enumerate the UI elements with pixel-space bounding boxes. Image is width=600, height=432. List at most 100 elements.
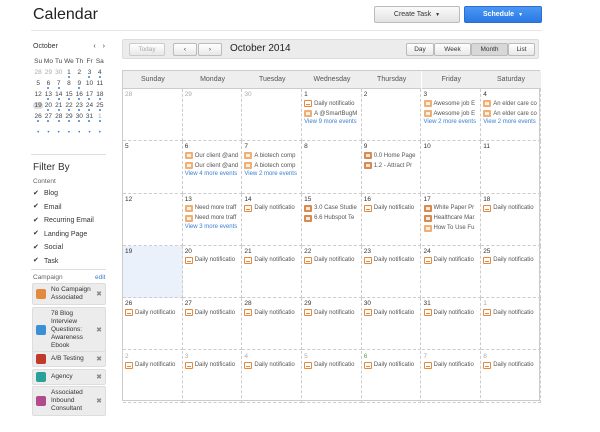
campaign-tag[interactable]: Associated Inbound Consultant ✖: [32, 386, 106, 416]
view-month-button[interactable]: Month: [471, 43, 508, 56]
day-cell[interactable]: 4 Daily notificatio: [242, 350, 303, 403]
day-cell[interactable]: 20 Daily notificatio: [182, 245, 243, 299]
calendar-event[interactable]: Daily notificatio: [363, 361, 419, 370]
day-cell[interactable]: 1 Daily notificatio A @SmartBugM View 9 mor…: [302, 89, 362, 142]
calendar-event[interactable]: An elder care co: [483, 99, 538, 108]
mini-day[interactable]: 31: [84, 113, 94, 122]
calendar-event[interactable]: Daily notificatio: [423, 361, 479, 370]
view-more-events-link[interactable]: View 2 more events: [483, 119, 538, 127]
view-week-button[interactable]: Week: [434, 43, 471, 56]
calendar-event[interactable]: Need more traff: [184, 214, 240, 223]
mini-day[interactable]: 17: [84, 91, 94, 100]
mini-day[interactable]: 23: [74, 102, 84, 111]
mini-next-month-icon[interactable]: ›: [103, 43, 105, 50]
day-cell[interactable]: 5 Daily notificatio: [302, 350, 362, 403]
mini-day[interactable]: 21: [54, 102, 64, 111]
day-cell[interactable]: 6 Daily notificatio: [361, 350, 422, 403]
day-cell[interactable]: 25 Daily notificatio: [481, 245, 541, 299]
remove-icon[interactable]: ✖: [96, 326, 102, 334]
calendar-event[interactable]: Daily notificatio: [483, 204, 538, 213]
mini-day[interactable]: 25: [95, 102, 105, 111]
campaign-edit-link[interactable]: edit: [95, 274, 105, 281]
mini-day[interactable]: 11: [95, 80, 105, 87]
day-cell[interactable]: 7 A biotech comp A biotech comp View 2 more…: [242, 141, 303, 194]
mini-day[interactable]: 28: [33, 69, 43, 76]
mini-day[interactable]: 22: [64, 102, 74, 111]
remove-icon[interactable]: ✖: [96, 355, 102, 363]
calendar-event[interactable]: Awesome job E: [423, 99, 479, 108]
calendar-event[interactable]: Healthcare Mar: [423, 214, 479, 223]
remove-icon[interactable]: ✖: [96, 397, 102, 405]
day-cell[interactable]: 18 Daily notificatio: [481, 193, 541, 246]
day-cell[interactable]: 6 Our client @and Our client @and View 4 mo…: [182, 141, 243, 194]
today-button[interactable]: Today: [129, 43, 165, 56]
mini-day[interactable]: 6: [43, 80, 53, 89]
mini-day[interactable]: 2: [74, 69, 84, 76]
calendar-event[interactable]: Daily notificatio: [184, 308, 240, 317]
calendar-event[interactable]: 3.0 Case Studie: [304, 204, 359, 213]
calendar-event[interactable]: Daily notificatio: [483, 361, 538, 370]
checkbox-icon[interactable]: ✔: [33, 190, 39, 197]
view-more-events-link[interactable]: View 2 more events: [244, 171, 299, 179]
filter-checkbox-item[interactable]: ✔ Social: [33, 241, 94, 255]
mini-day[interactable]: 14: [54, 91, 64, 100]
day-cell[interactable]: 3 Daily notificatio: [182, 350, 243, 403]
day-cell[interactable]: 2: [361, 89, 422, 142]
filter-checkbox-item[interactable]: ✔ Recurring Email: [33, 214, 94, 228]
mini-day[interactable]: 15: [64, 91, 74, 100]
calendar-event[interactable]: Daily notificatio: [423, 256, 479, 265]
day-cell[interactable]: 1 Daily notificatio: [481, 298, 541, 351]
mini-day[interactable]: 13: [43, 91, 53, 100]
day-cell[interactable]: 22 Daily notificatio: [302, 245, 362, 299]
calendar-event[interactable]: Daily notificatio: [483, 256, 538, 265]
view-more-events-link[interactable]: View 9 more events: [304, 119, 359, 127]
mini-day[interactable]: 30: [54, 69, 64, 76]
day-cell[interactable]: 27 Daily notificatio: [182, 298, 243, 351]
campaign-tag[interactable]: 78 Blog Interview Questions: Awareness E…: [32, 307, 106, 353]
calendar-event[interactable]: Daily notificatio: [244, 256, 299, 265]
remove-icon[interactable]: ✖: [96, 290, 102, 298]
schedule-button[interactable]: Schedule ▼: [464, 6, 542, 23]
calendar-event[interactable]: How To Use Fu: [423, 224, 479, 233]
day-cell[interactable]: 12: [123, 193, 183, 246]
calendar-event[interactable]: Daily notificatio: [423, 308, 479, 317]
day-cell[interactable]: 8: [302, 141, 362, 194]
day-cell[interactable]: 15 3.0 Case Studie 6.6 Hubspot Te: [302, 193, 362, 246]
mini-prev-month-icon[interactable]: ‹: [93, 43, 95, 50]
calendar-event[interactable]: Daily notificatio: [184, 256, 240, 265]
filter-checkbox-item[interactable]: ✔ Blog: [33, 187, 94, 201]
view-more-events-link[interactable]: View 3 more events: [185, 224, 240, 232]
day-cell[interactable]: 23 Daily notificatio: [361, 245, 422, 299]
day-cell[interactable]: 28: [123, 89, 183, 142]
calendar-event[interactable]: A biotech comp: [244, 161, 299, 170]
mini-day[interactable]: 19: [33, 102, 44, 109]
day-cell[interactable]: 11: [481, 141, 541, 194]
calendar-event[interactable]: Daily notificatio: [125, 361, 180, 370]
checkbox-icon[interactable]: ✔: [33, 230, 39, 237]
day-cell[interactable]: 21 Daily notificatio: [242, 245, 303, 299]
calendar-event[interactable]: Daily notificatio: [304, 361, 359, 370]
view-list-button[interactable]: List: [508, 43, 535, 56]
day-cell[interactable]: 3 Awesome job E Awesome job E View 2 more e…: [421, 89, 482, 142]
day-cell[interactable]: 14 Daily notificatio: [242, 193, 303, 246]
mini-day[interactable]: 28: [54, 113, 64, 122]
campaign-tag[interactable]: Agency ✖: [32, 369, 106, 385]
mini-day[interactable]: 20: [43, 102, 53, 111]
checkbox-icon[interactable]: ✔: [33, 244, 39, 251]
calendar-event[interactable]: Awesome job E: [423, 109, 479, 118]
view-more-events-link[interactable]: View 4 more events: [185, 171, 240, 179]
mini-day[interactable]: 5: [33, 80, 43, 87]
filter-checkbox-item[interactable]: ✔ Task: [33, 255, 94, 269]
prev-month-button[interactable]: ‹: [173, 43, 197, 56]
calendar-event[interactable]: 1.2 - Attract Pr: [363, 161, 419, 170]
mini-day[interactable]: 3: [84, 69, 94, 78]
day-cell[interactable]: 5: [123, 141, 183, 194]
day-cell[interactable]: 16 Daily notificatio: [361, 193, 422, 246]
filter-checkbox-item[interactable]: ✔ Landing Page: [33, 228, 94, 242]
mini-day[interactable]: 1: [64, 69, 74, 78]
calendar-event[interactable]: Daily notificatio: [483, 308, 538, 317]
filter-checkbox-item[interactable]: ✔ Email: [33, 201, 94, 215]
day-cell[interactable]: 24 Daily notificatio: [421, 245, 482, 299]
day-cell[interactable]: 28 Daily notificatio: [242, 298, 303, 351]
mini-day[interactable]: 29: [64, 113, 74, 122]
